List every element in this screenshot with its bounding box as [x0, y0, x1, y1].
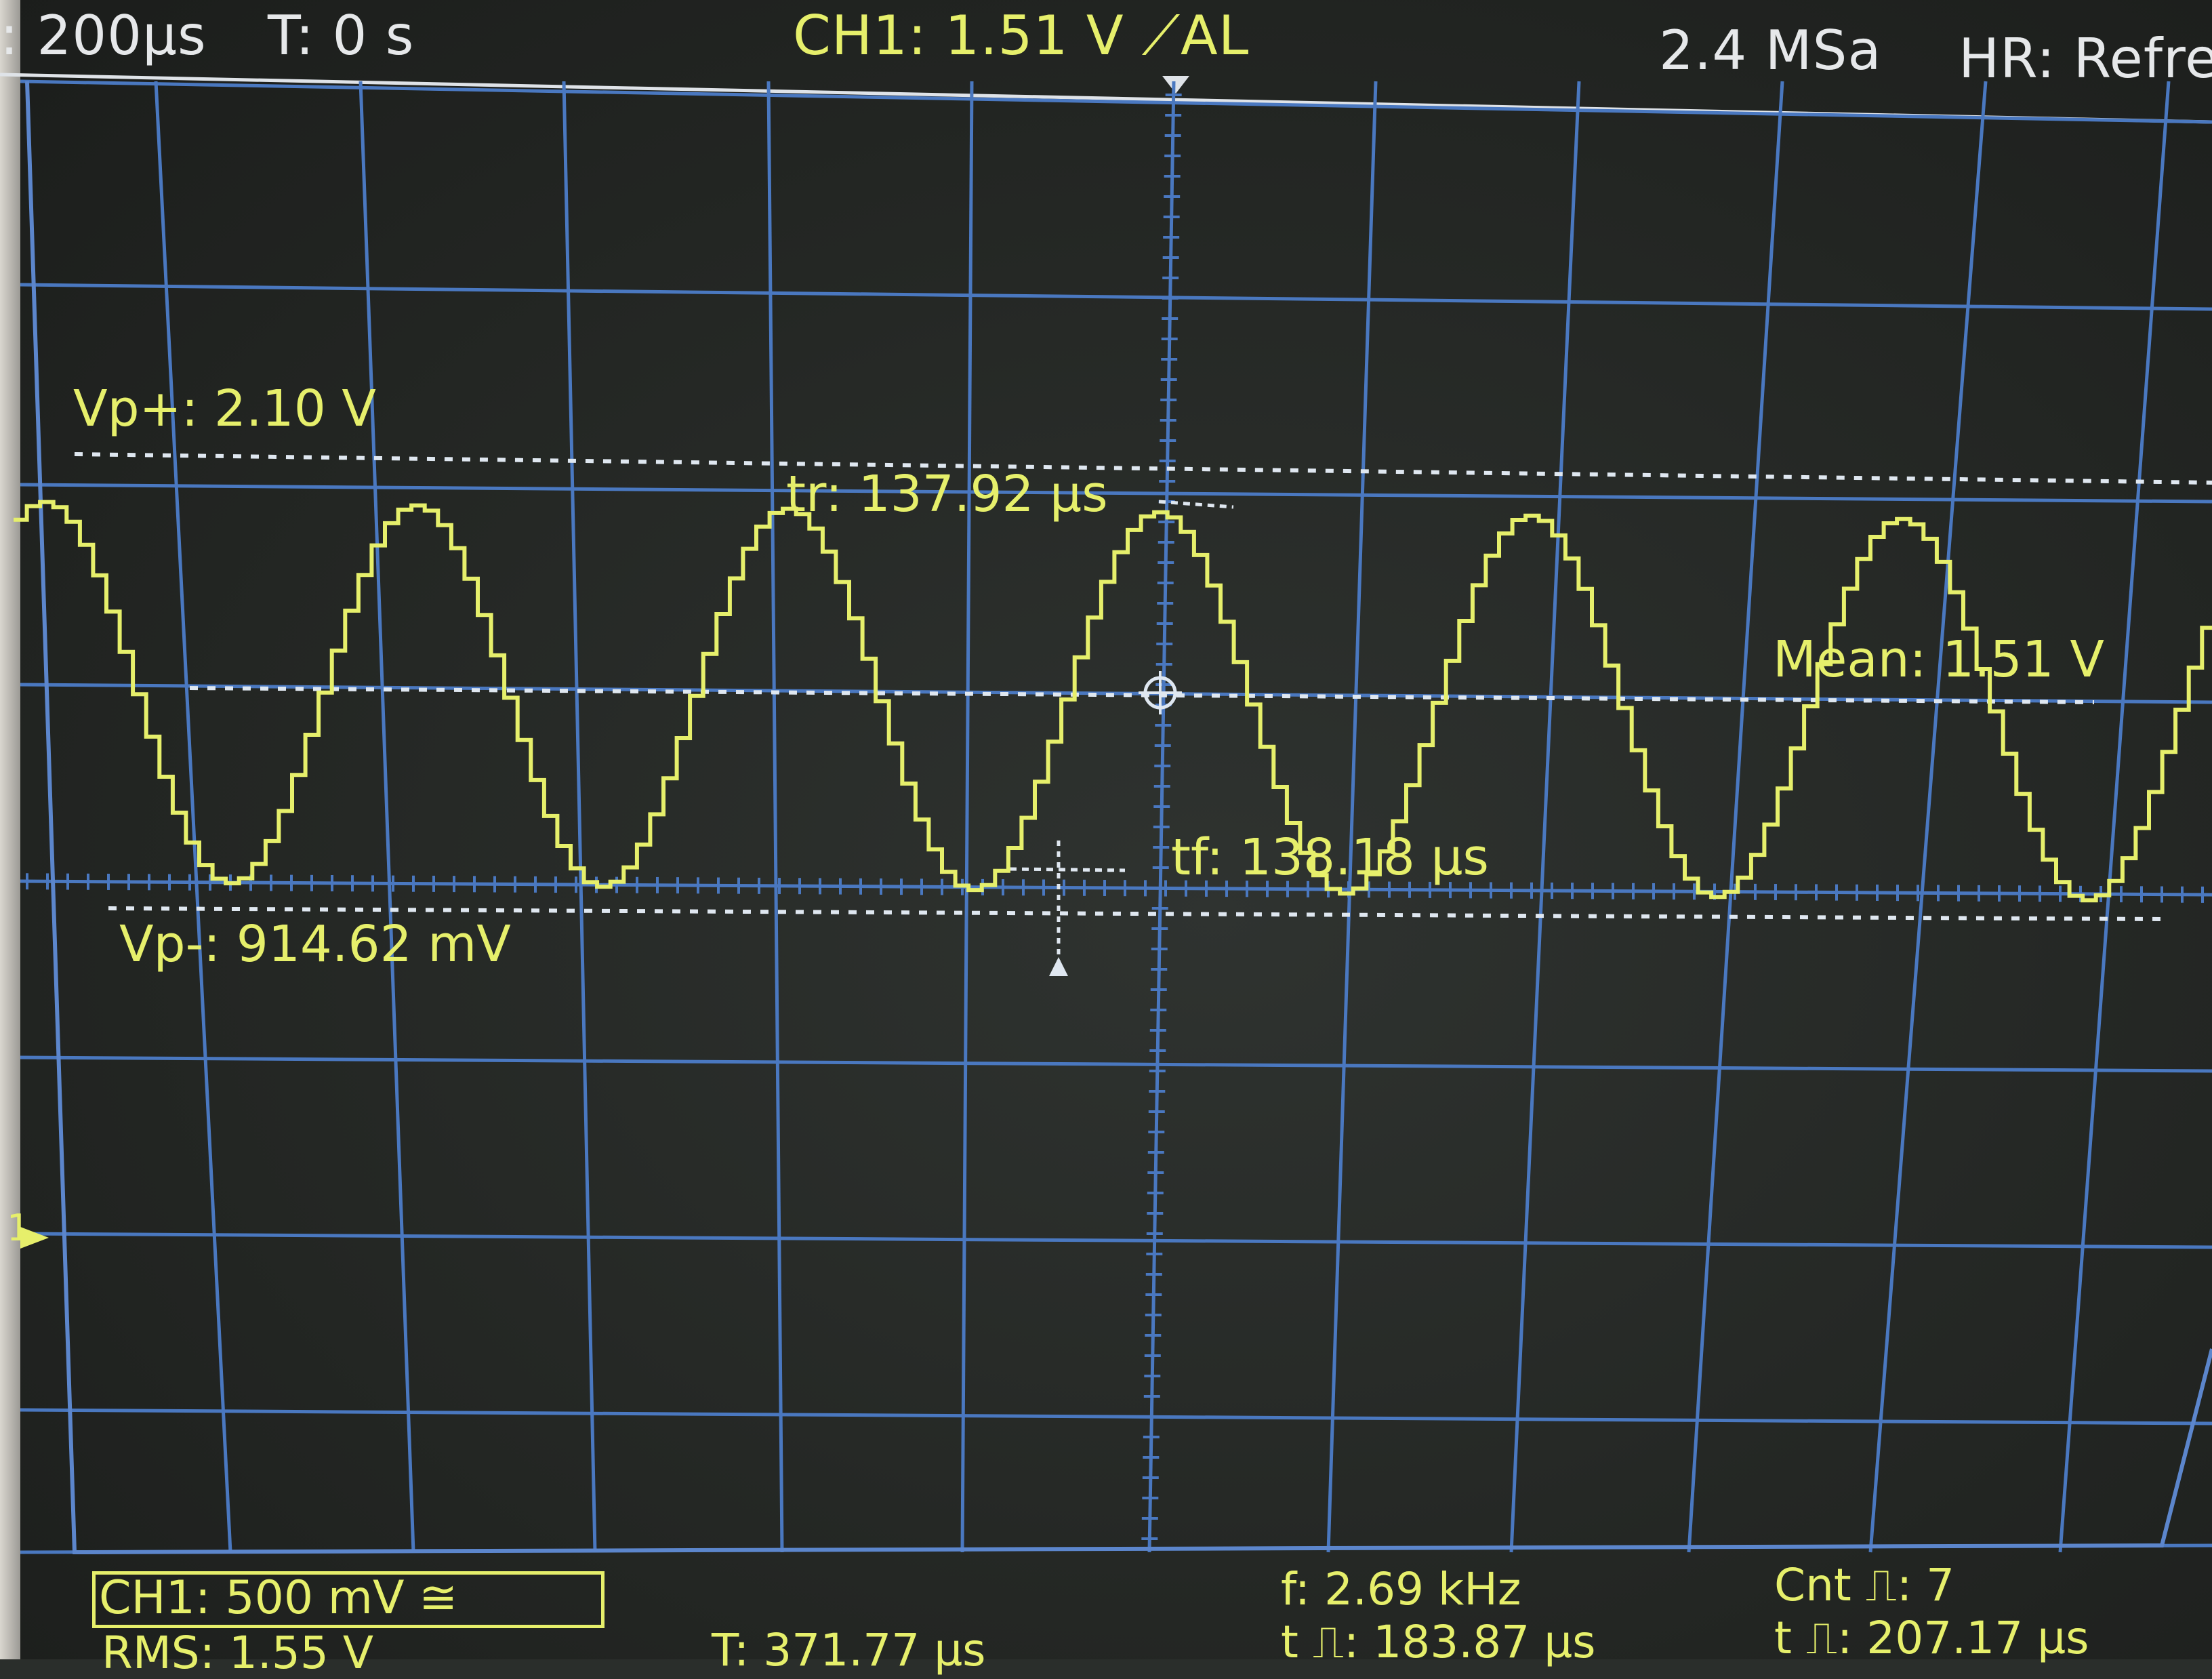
- grid-vertical-line: [1147, 81, 1176, 1553]
- grid-vertical-line: [766, 81, 784, 1553]
- ch1-scale-text: CH1: 500 mV: [99, 1571, 405, 1625]
- grid-vertical-line: [1326, 81, 1378, 1553]
- grid-horizontal-line: [20, 483, 2212, 504]
- vp-plus-label: Vp+: 2.10 V: [73, 380, 376, 438]
- oscilloscope-screen: : 200µs T: 0 s CH1: 1.51 V ⟋AL 2.4 MSa H…: [0, 0, 2212, 1679]
- period-readout: T: 371.77 µs: [712, 1624, 986, 1676]
- rms-readout: RMS: 1.55 V: [102, 1627, 373, 1679]
- trigger-position-icon: [1162, 76, 1189, 94]
- grid-horizontal-line: [20, 1408, 2212, 1425]
- fall-time-cursor: [1009, 867, 1126, 872]
- grid-horizontal-line: [20, 879, 2212, 897]
- ch1-ground-arrow-icon: [20, 1227, 49, 1249]
- frequency-readout: f: 2.69 kHz: [1281, 1563, 1521, 1615]
- grid-horizontal-line: [20, 79, 2212, 124]
- graticule-grid: [20, 79, 2212, 1555]
- ch1-scale-readout: CH1: 500 mV ≅: [99, 1571, 457, 1625]
- mean-label: Mean: 1.51 V: [1773, 630, 2104, 689]
- grid-vertical-line: [154, 81, 232, 1553]
- vp-minus-label: Vp-: 914.62 mV: [119, 915, 511, 973]
- edge-count-readout: Cnt ⎍: 7: [1774, 1559, 1955, 1611]
- grid-horizontal-line: [20, 283, 2212, 311]
- measurement-cursors: [74, 452, 2212, 976]
- vp-plus-cursor: [74, 452, 2212, 485]
- cursor-marker-icon: [1049, 957, 1068, 976]
- rise-time-label: tr: 137.92 µs: [786, 465, 1108, 523]
- grid-horizontal-line: [20, 1055, 2212, 1073]
- grid-vertical-line: [960, 81, 974, 1553]
- grid-vertical-line: [2058, 81, 2171, 1553]
- graticule-ticks: [26, 94, 2204, 1540]
- fall-time-label: tf: 138.18 µs: [1171, 828, 1489, 887]
- waveform-display: 1: [0, 73, 2212, 1555]
- positive-width-readout: t ⎍: 183.87 µs: [1281, 1616, 1596, 1668]
- grid-vertical-line: [562, 81, 597, 1553]
- graticule-frame: [25, 81, 2212, 1555]
- grid-horizontal-line: [20, 1232, 2212, 1249]
- negative-width-readout: t ⎍: 207.17 µs: [1774, 1612, 2089, 1664]
- coupling-icon: ≅: [419, 1571, 458, 1625]
- grid-vertical-line: [1868, 81, 1988, 1553]
- grid-vertical-line: [359, 81, 415, 1553]
